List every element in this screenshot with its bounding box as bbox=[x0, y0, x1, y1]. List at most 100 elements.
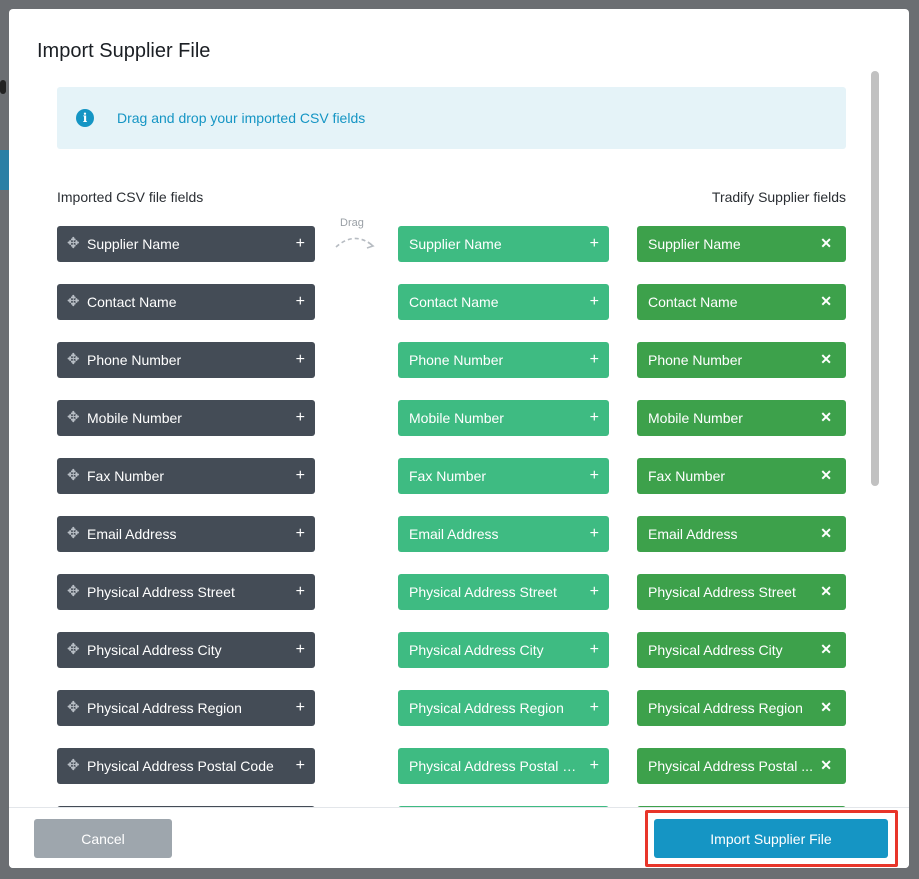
source-field-chip[interactable]: ✥ Email Address + bbox=[57, 516, 315, 552]
supplier-field-chip[interactable]: Email Address ✕ bbox=[637, 516, 846, 552]
modal-title: Import Supplier File bbox=[37, 40, 211, 62]
supplier-field-chip[interactable]: Mobile Number ✕ bbox=[637, 400, 846, 436]
move-icon[interactable]: ✥ bbox=[67, 400, 81, 436]
supplier-field-label: Email Address bbox=[648, 526, 738, 542]
modal-body[interactable]: i Drag and drop your imported CSV fields… bbox=[9, 71, 909, 807]
mapped-field-chip[interactable]: Email Address + bbox=[398, 516, 609, 552]
close-icon[interactable]: ✕ bbox=[820, 574, 832, 608]
source-field-chip[interactable]: ✥ Contact Name + bbox=[57, 284, 315, 320]
source-field-chip[interactable]: ✥ Physical Address City + bbox=[57, 632, 315, 668]
supplier-field-chip[interactable]: Contact Name ✕ bbox=[637, 284, 846, 320]
mapped-field-chip[interactable]: Fax Number + bbox=[398, 458, 609, 494]
source-field-label: Physical Address Street bbox=[87, 584, 235, 600]
supplier-field-chip[interactable]: Physical Address Postal ... ✕ bbox=[637, 748, 846, 784]
mapped-field-chip[interactable]: Physical Address Street + bbox=[398, 574, 609, 610]
supplier-field-chip[interactable]: Physical Address Region ✕ bbox=[637, 690, 846, 726]
mapping-row: ✥ Fax Number + Fax Number + Fax Number ✕ bbox=[9, 458, 909, 494]
plus-icon[interactable]: + bbox=[590, 226, 599, 261]
mapped-field-chip[interactable]: Physical Address City + bbox=[398, 632, 609, 668]
close-icon[interactable]: ✕ bbox=[820, 516, 832, 550]
mapped-field-chip[interactable]: Physical Address Region + bbox=[398, 690, 609, 726]
source-field-chip[interactable]: ✥ Supplier Name + bbox=[57, 226, 315, 262]
mapped-field-chip[interactable]: Contact Name + bbox=[398, 284, 609, 320]
supplier-field-label: Physical Address City bbox=[648, 642, 783, 658]
move-icon[interactable]: ✥ bbox=[67, 342, 81, 378]
close-icon[interactable]: ✕ bbox=[820, 226, 832, 260]
plus-icon[interactable]: + bbox=[590, 574, 599, 609]
mapped-field-label: Physical Address Street bbox=[409, 584, 557, 600]
mapped-field-label: Phone Number bbox=[409, 352, 504, 368]
move-icon[interactable]: ✥ bbox=[67, 632, 81, 668]
mapping-row: ✥ Physical Address Street + Physical Addres… bbox=[9, 574, 909, 610]
source-field-label: Contact Name bbox=[87, 294, 177, 310]
mapping-row: ✥ Phone Number + Phone Number + Phone Number ✕ bbox=[9, 342, 909, 378]
close-icon[interactable]: ✕ bbox=[820, 400, 832, 434]
close-icon[interactable]: ✕ bbox=[820, 342, 832, 376]
close-icon[interactable]: ✕ bbox=[820, 632, 832, 666]
plus-icon[interactable]: + bbox=[296, 690, 305, 725]
mapped-field-chip[interactable]: Mobile Number + bbox=[398, 400, 609, 436]
plus-icon[interactable]: + bbox=[296, 632, 305, 667]
plus-icon[interactable]: + bbox=[296, 516, 305, 551]
move-icon[interactable]: ✥ bbox=[67, 574, 81, 610]
mapped-field-chip[interactable]: Supplier Name + bbox=[398, 226, 609, 262]
scrollbar-thumb[interactable] bbox=[871, 71, 879, 486]
supplier-field-chip[interactable]: Supplier Name ✕ bbox=[637, 226, 846, 262]
mapping-row: ✥ Physical Address City + Physical Address … bbox=[9, 632, 909, 668]
plus-icon[interactable]: + bbox=[296, 574, 305, 609]
mapping-row: ✥ Physical Address Region + Physical Addres… bbox=[9, 690, 909, 726]
plus-icon[interactable]: + bbox=[590, 342, 599, 377]
source-field-chip[interactable]: ✥ Physical Address Region + bbox=[57, 690, 315, 726]
plus-icon[interactable]: + bbox=[590, 516, 599, 551]
plus-icon[interactable]: + bbox=[590, 632, 599, 667]
move-icon[interactable]: ✥ bbox=[67, 226, 81, 262]
plus-icon[interactable]: + bbox=[296, 226, 305, 261]
mapped-field-label: Email Address bbox=[409, 526, 499, 542]
mapped-field-label: Supplier Name bbox=[409, 236, 502, 252]
move-icon[interactable]: ✥ bbox=[67, 458, 81, 494]
source-field-chip[interactable]: ✥ Fax Number + bbox=[57, 458, 315, 494]
close-icon[interactable]: ✕ bbox=[820, 284, 832, 318]
modal-footer: Cancel Import Supplier File bbox=[9, 807, 909, 868]
mapped-field-label: Fax Number bbox=[409, 468, 487, 484]
mapped-field-label: Mobile Number bbox=[409, 410, 504, 426]
source-field-chip[interactable]: ✥ Physical Address Street + bbox=[57, 574, 315, 610]
background-fragment bbox=[0, 80, 6, 94]
close-icon[interactable]: ✕ bbox=[820, 458, 832, 492]
source-field-chip[interactable]: ✥ Physical Address Postal Code + bbox=[57, 748, 315, 784]
plus-icon[interactable]: + bbox=[296, 284, 305, 319]
cancel-button[interactable]: Cancel bbox=[34, 819, 172, 858]
supplier-field-chip[interactable]: Fax Number ✕ bbox=[637, 458, 846, 494]
info-text: Drag and drop your imported CSV fields bbox=[117, 110, 366, 126]
close-icon[interactable]: ✕ bbox=[820, 690, 832, 724]
plus-icon[interactable]: + bbox=[590, 690, 599, 725]
source-field-chip[interactable]: ✥ Phone Number + bbox=[57, 342, 315, 378]
mapped-field-label: Physical Address City bbox=[409, 642, 544, 658]
move-icon[interactable]: ✥ bbox=[67, 748, 81, 784]
import-supplier-file-button[interactable]: Import Supplier File bbox=[654, 819, 888, 858]
supplier-field-chip[interactable]: Phone Number ✕ bbox=[637, 342, 846, 378]
close-icon[interactable]: ✕ bbox=[820, 748, 832, 782]
supplier-field-chip[interactable]: Physical Address Street ✕ bbox=[637, 574, 846, 610]
supplier-field-label: Physical Address Street bbox=[648, 584, 796, 600]
source-field-label: Physical Address Postal Code bbox=[87, 758, 274, 774]
plus-icon[interactable]: + bbox=[590, 400, 599, 435]
mapped-field-chip[interactable]: Physical Address Postal Co... + bbox=[398, 748, 609, 784]
move-icon[interactable]: ✥ bbox=[67, 284, 81, 320]
supplier-field-label: Physical Address Region bbox=[648, 700, 803, 716]
mapped-field-chip[interactable]: Phone Number + bbox=[398, 342, 609, 378]
move-icon[interactable]: ✥ bbox=[67, 516, 81, 552]
plus-icon[interactable]: + bbox=[296, 400, 305, 435]
plus-icon[interactable]: + bbox=[590, 458, 599, 493]
source-field-label: Email Address bbox=[87, 526, 177, 542]
plus-icon[interactable]: + bbox=[590, 748, 599, 783]
plus-icon[interactable]: + bbox=[296, 458, 305, 493]
scrollbar[interactable] bbox=[869, 69, 881, 807]
supplier-field-chip[interactable]: Physical Address City ✕ bbox=[637, 632, 846, 668]
source-field-label: Physical Address City bbox=[87, 642, 222, 658]
plus-icon[interactable]: + bbox=[296, 342, 305, 377]
move-icon[interactable]: ✥ bbox=[67, 690, 81, 726]
plus-icon[interactable]: + bbox=[296, 748, 305, 783]
plus-icon[interactable]: + bbox=[590, 284, 599, 319]
source-field-chip[interactable]: ✥ Mobile Number + bbox=[57, 400, 315, 436]
